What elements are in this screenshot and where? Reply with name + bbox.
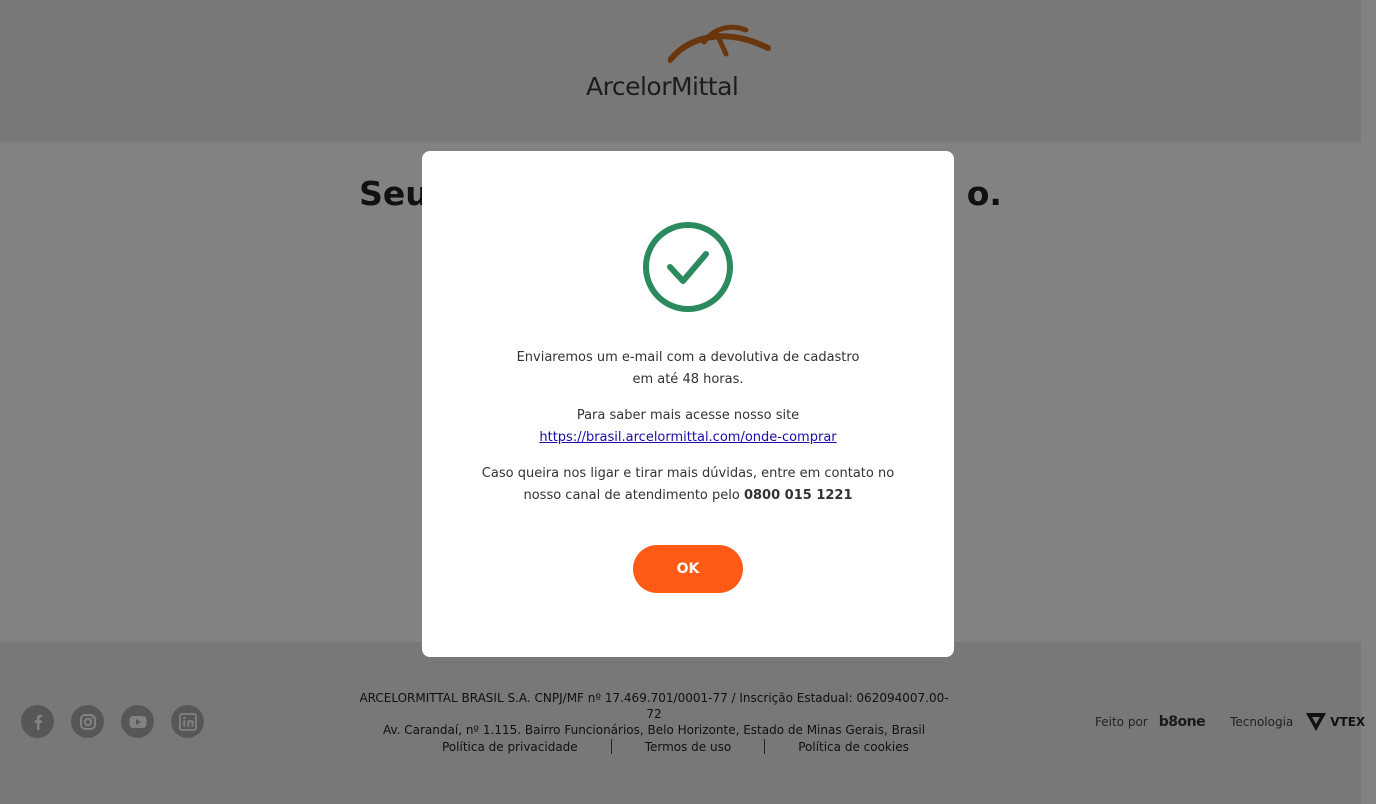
success-check-icon xyxy=(643,222,733,312)
modal-message-contact: Caso queira nos ligar e tirar mais dúvid… xyxy=(422,463,954,507)
ok-button[interactable]: OK xyxy=(633,545,743,593)
modal-message-email-line2: em até 48 horas. xyxy=(632,372,744,387)
modal-message-email-line1: Enviaremos um e-mail com a devolutiva de… xyxy=(516,350,860,365)
phone-number: 0800 015 1221 xyxy=(743,488,853,503)
modal-message-site: Para saber mais acesse nosso site https:… xyxy=(422,405,954,449)
modal-message-site-line1: Para saber mais acesse nosso site xyxy=(576,408,800,423)
modal-message-email: Enviaremos um e-mail com a devolutiva de… xyxy=(422,347,954,391)
success-modal: Enviaremos um e-mail com a devolutiva de… xyxy=(422,151,954,657)
modal-message-contact-line2: nosso canal de atendimento pelo xyxy=(523,488,744,503)
onde-comprar-link[interactable]: https://brasil.arcelormittal.com/onde-co… xyxy=(539,430,836,445)
modal-message-contact-line1: Caso queira nos ligar e tirar mais dúvid… xyxy=(481,466,895,481)
